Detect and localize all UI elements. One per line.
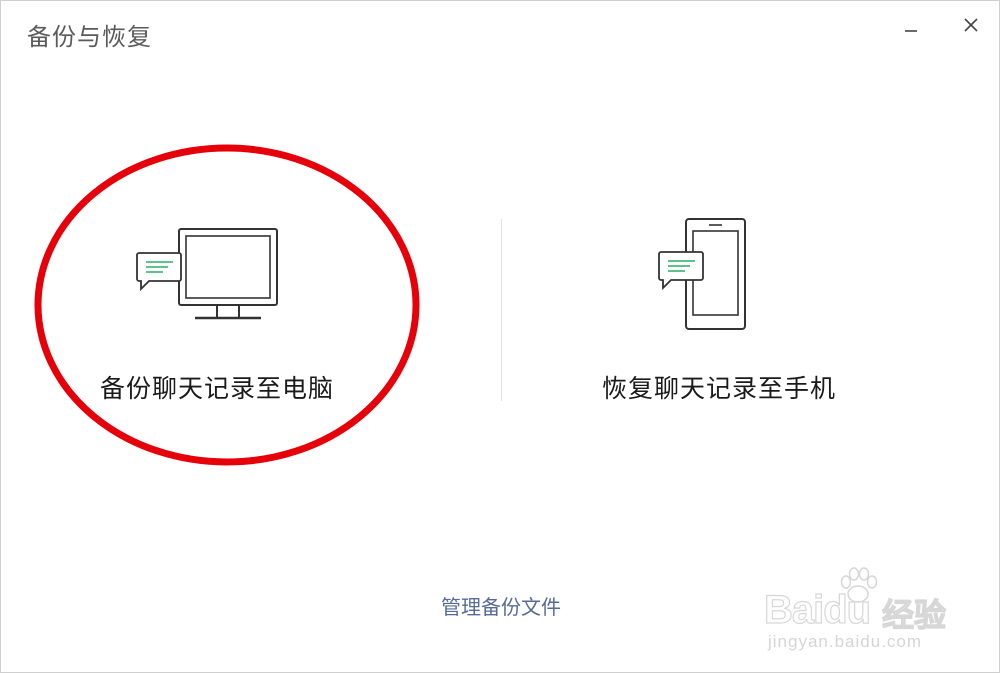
monitor-chat-icon: [136, 228, 278, 320]
manage-backup-files-link[interactable]: 管理备份文件: [401, 591, 601, 620]
phone-chat-icon: [658, 218, 746, 330]
close-button[interactable]: [957, 11, 985, 39]
backup-to-pc-label: 备份聊天记录至电脑: [99, 374, 334, 403]
minimize-icon: [905, 30, 917, 32]
restore-to-phone-label: 恢复聊天记录至手机: [601, 374, 836, 403]
baidu-jingyan-watermark: Baidu 经验 jingyan.baidu.com: [763, 566, 964, 656]
minimize-button[interactable]: [897, 11, 925, 39]
watermark-brand-cn: 经验: [881, 595, 947, 634]
watermark-url: jingyan.baidu.com: [768, 632, 923, 651]
watermark-brand: Baidu: [763, 587, 871, 632]
window-title: 备份与恢复: [27, 23, 152, 51]
backup-to-pc-option[interactable]: 备份聊天记录至电脑: [21, 191, 421, 431]
close-icon: [964, 18, 978, 32]
options-divider: [501, 219, 502, 401]
restore-to-phone-option[interactable]: 恢复聊天记录至手机: [521, 191, 921, 431]
